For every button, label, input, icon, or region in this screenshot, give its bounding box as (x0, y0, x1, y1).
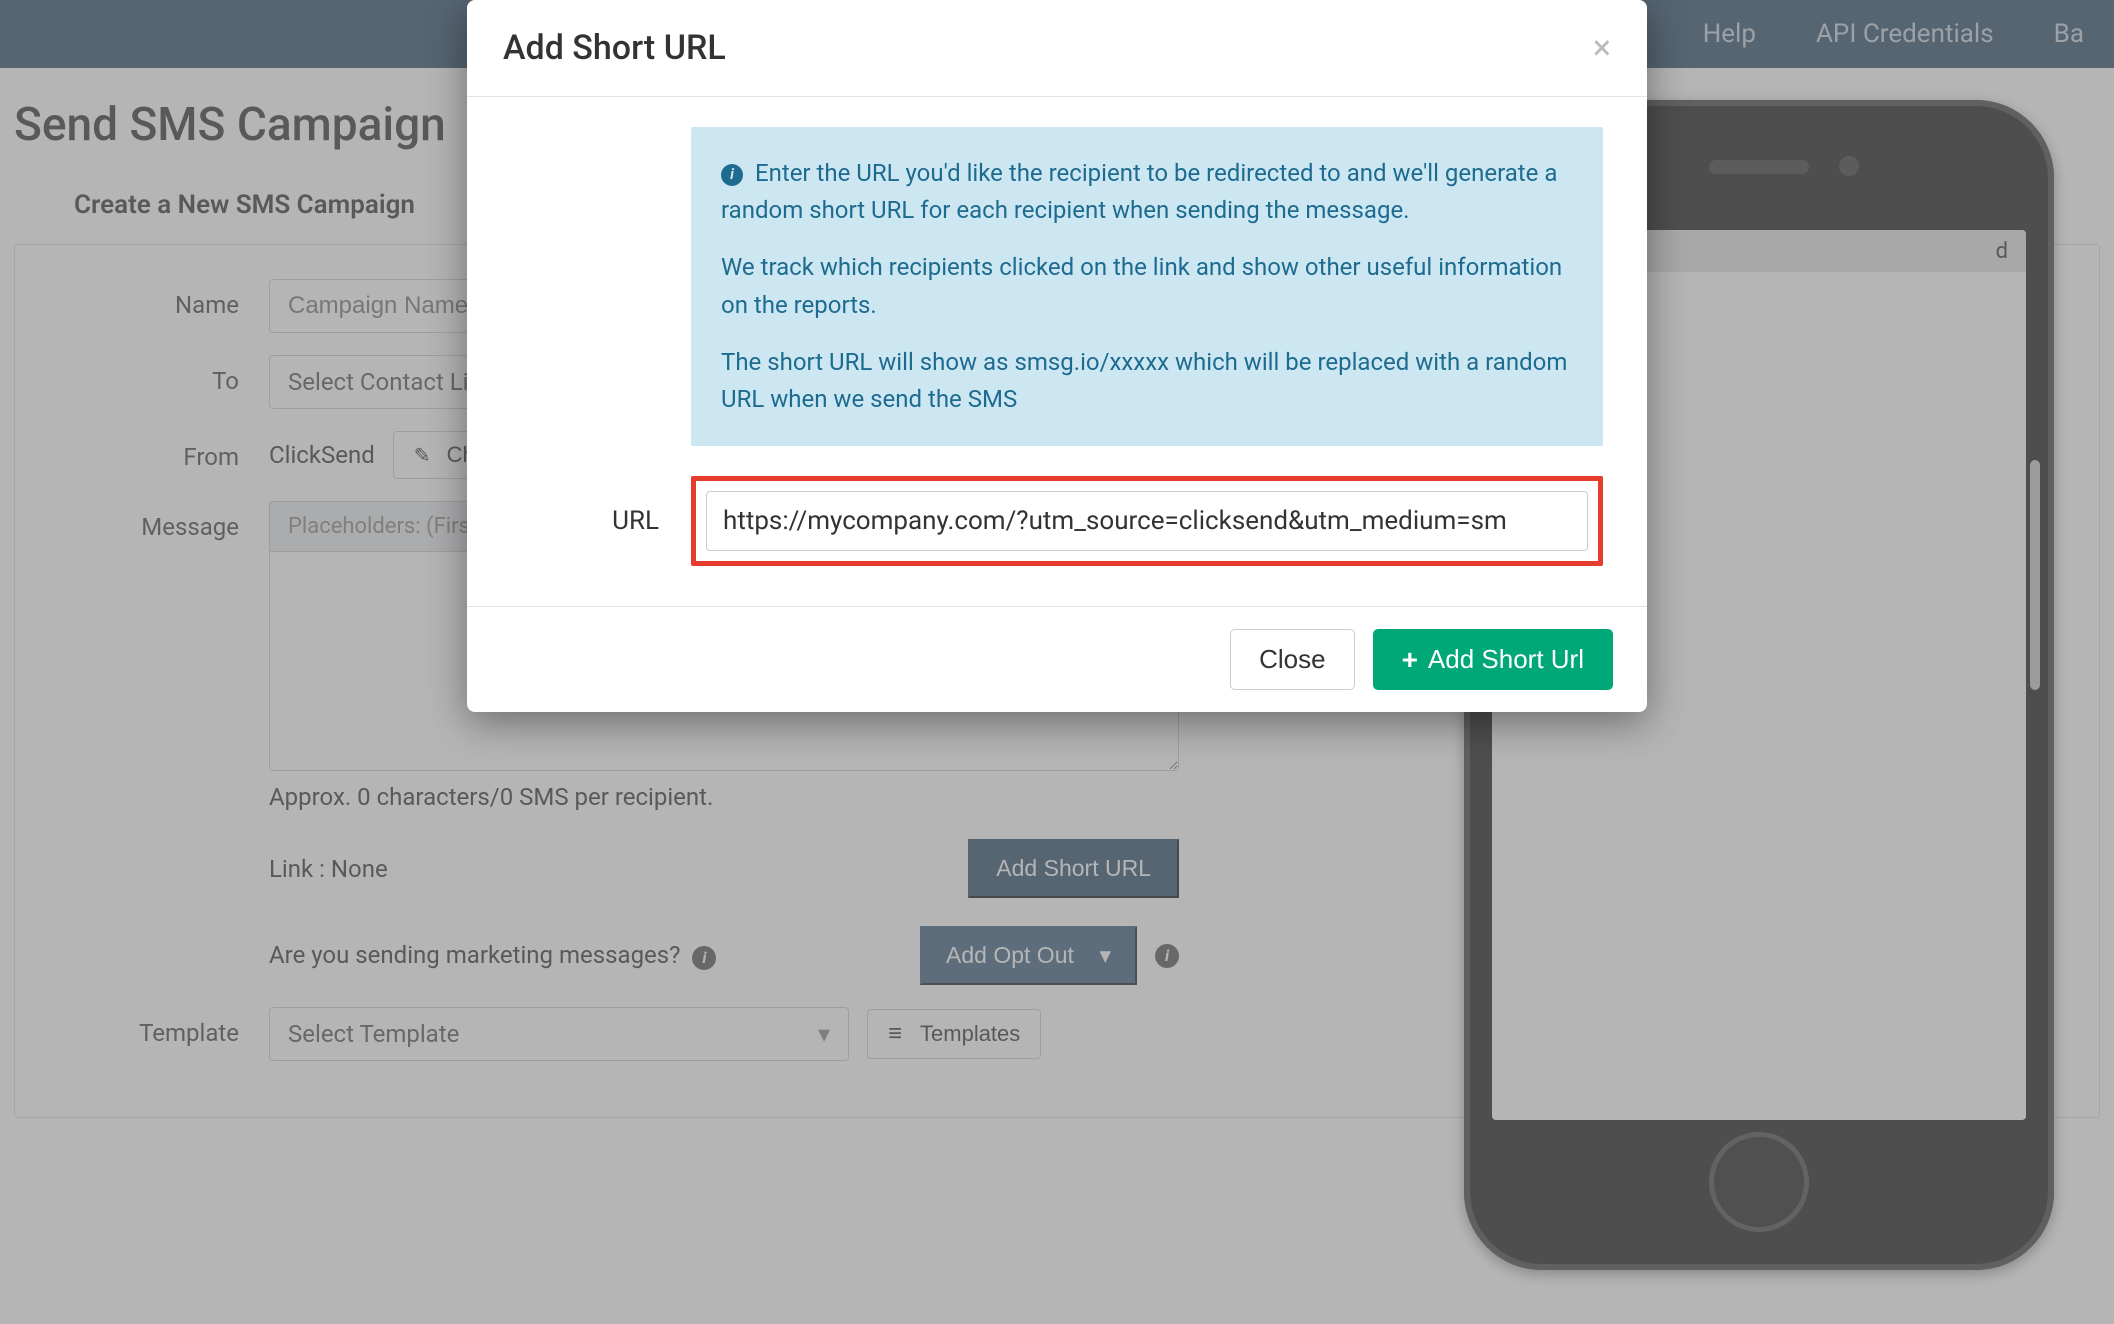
url-label: URL (511, 506, 659, 536)
plus-icon: + (1402, 646, 1418, 674)
modal-title: Add Short URL (503, 28, 726, 68)
info-text-2: We track which recipients clicked on the… (721, 249, 1573, 323)
url-input[interactable] (706, 491, 1588, 551)
close-button[interactable]: Close (1230, 629, 1354, 690)
add-short-url-submit-button[interactable]: + Add Short Url (1373, 629, 1613, 690)
info-box: i Enter the URL you'd like the recipient… (691, 127, 1603, 446)
add-short-url-modal: Add Short URL × i Enter the URL you'd li… (467, 0, 1647, 712)
info-icon: i (721, 164, 743, 186)
info-text-1: Enter the URL you'd like the recipient t… (721, 159, 1557, 224)
close-icon[interactable]: × (1593, 31, 1611, 65)
add-short-url-label: Add Short Url (1428, 644, 1584, 675)
info-text-3: The short URL will show as smsg.io/xxxxx… (721, 344, 1573, 418)
modal-overlay[interactable]: Add Short URL × i Enter the URL you'd li… (0, 0, 2114, 1324)
url-input-highlight (691, 476, 1603, 566)
